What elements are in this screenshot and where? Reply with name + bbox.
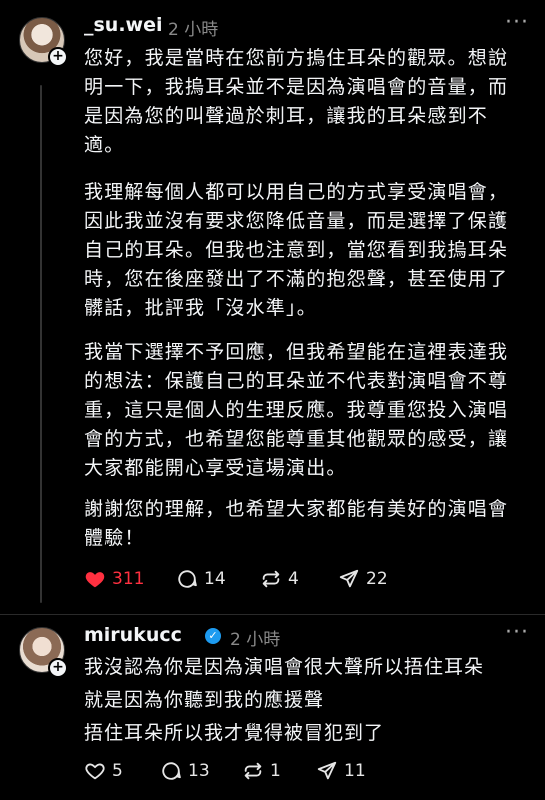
- post-time: 2 小時: [168, 20, 219, 40]
- comment-count: 13: [188, 761, 210, 781]
- follow-plus-icon[interactable]: +: [48, 47, 68, 67]
- more-options-icon[interactable]: ···: [505, 620, 529, 645]
- repost-count: 4: [288, 569, 299, 589]
- like-count: 311: [112, 569, 145, 589]
- send-icon: [338, 568, 360, 590]
- more-options-icon[interactable]: ···: [505, 10, 529, 35]
- like-button[interactable]: 311: [84, 568, 144, 590]
- post-actions: 311 14 4 22: [84, 568, 524, 598]
- reply-actions: 5 13 1 11: [84, 760, 524, 790]
- like-count: 5: [112, 761, 123, 781]
- post-paragraph: 謝謝您的理解，也希望大家都能有美好的演唱會體驗！: [84, 498, 509, 549]
- repost-button[interactable]: 1: [242, 760, 281, 782]
- repost-button[interactable]: 4: [260, 568, 299, 590]
- thread-line: [40, 85, 42, 603]
- comment-count: 14: [204, 569, 226, 589]
- send-icon: [316, 760, 338, 782]
- heart-icon: [84, 760, 106, 782]
- post-paragraph: 您好，我是當時在您前方摀住耳朵的觀眾。想說明一下，我摀耳朵並不是因為演唱會的音量…: [84, 47, 509, 156]
- reply-post: + mirukucc ✓ 2 小時 ··· 我沒認為你是因為演唱會很大聲所以捂住…: [0, 615, 545, 800]
- repost-icon: [242, 760, 264, 782]
- post-paragraph: 我理解每個人都可以用自己的方式享受演唱會，因此我並沒有要求您降低音量，而是選擇了…: [84, 181, 509, 319]
- reply-username[interactable]: mirukucc: [84, 624, 182, 646]
- comment-icon: [160, 760, 182, 782]
- like-button[interactable]: 5: [84, 760, 123, 782]
- share-count: 22: [366, 569, 388, 589]
- verified-badge-icon: ✓: [205, 628, 221, 644]
- post-paragraph: 我當下選擇不予回應，但我希望能在這裡表達我的想法：保護自己的耳朵並不代表對演唱會…: [84, 341, 509, 479]
- comment-icon: [176, 568, 198, 590]
- share-button[interactable]: 11: [316, 760, 366, 782]
- comment-button[interactable]: 13: [160, 760, 210, 782]
- comment-button[interactable]: 14: [176, 568, 226, 590]
- post-username[interactable]: _su.wei: [84, 14, 163, 36]
- share-button[interactable]: 22: [338, 568, 388, 590]
- reply-text-line: 捂住耳朵所以我才覺得被冒犯到了: [84, 722, 385, 744]
- reply-time: 2 小時: [230, 630, 281, 650]
- reply-text-line: 我沒認為你是因為演唱會很大聲所以捂住耳朵: [84, 656, 485, 678]
- reply-text-line: 就是因為你聽到我的應援聲: [84, 689, 325, 711]
- repost-icon: [260, 568, 282, 590]
- share-count: 11: [344, 761, 366, 781]
- follow-plus-icon[interactable]: +: [48, 658, 68, 678]
- heart-filled-icon: [84, 568, 106, 590]
- repost-count: 1: [270, 761, 281, 781]
- main-post: + _su.wei 2 小時 ··· 您好，我是當時在您前方摀住耳朵的觀眾。想說…: [0, 0, 545, 615]
